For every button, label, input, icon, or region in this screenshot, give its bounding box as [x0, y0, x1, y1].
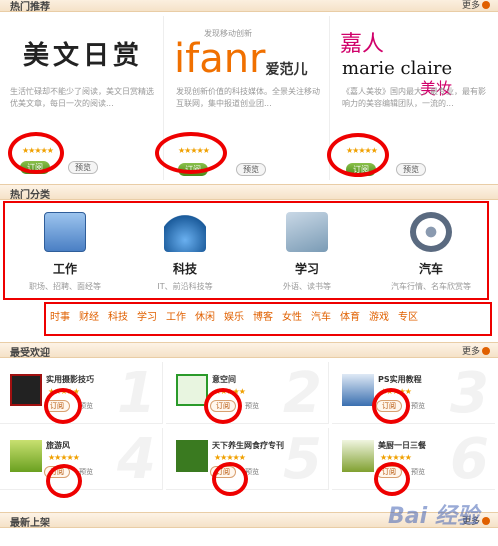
baidu-watermark: Bai 经验 — [388, 504, 479, 529]
ps-tutorial-icon — [342, 374, 374, 406]
item-name: 天下养生网食疗专刊 — [212, 441, 284, 450]
more-arrow-icon — [482, 1, 490, 9]
highlight-box — [3, 201, 489, 300]
rank-number: 3 — [450, 362, 489, 424]
preview-button[interactable]: 预览 — [239, 400, 265, 412]
rank-number: 1 — [117, 362, 156, 424]
card-desc: 发现创新价值的科技媒体。全景关注移动互联网，集中报道创业团... — [176, 87, 320, 108]
highlight-circle — [46, 464, 82, 498]
highlight-circle — [204, 388, 242, 424]
rating-stars: ★★★★★ — [214, 453, 246, 462]
rank-number: 4 — [117, 428, 156, 490]
highlight-circle — [8, 132, 64, 174]
more-arrow-icon — [482, 517, 490, 525]
more-link[interactable]: 更多 — [462, 0, 490, 11]
rating-stars: ★★★★★ — [380, 453, 412, 462]
rank-number: 5 — [283, 428, 322, 490]
highlight-box — [44, 302, 492, 336]
diet-therapy-icon — [176, 440, 208, 472]
highlight-circle — [155, 132, 227, 174]
rating-stars: ★★★★★ — [48, 453, 80, 462]
rank-number: 6 — [450, 428, 489, 490]
highlight-circle — [327, 133, 389, 177]
section-title: 热门分类 — [10, 190, 50, 201]
preview-button[interactable]: 预览 — [236, 163, 266, 176]
item-name: PS实用教程 — [378, 375, 422, 384]
section-title: 最受欢迎 — [10, 348, 50, 359]
cooking-icon — [342, 440, 374, 472]
highlight-circle — [44, 388, 82, 424]
highlight-circle — [374, 462, 410, 496]
section-title: 热门推荐 — [10, 2, 50, 13]
card-desc: 生活忙碌却不能少了阅读，美文日赏精选优美文章，每日一次的阅读... — [10, 87, 154, 108]
marie-claire-logo: 嘉人 marie claire 美妆 — [340, 32, 453, 98]
card-desc: 《嘉人美妆》国内最大，最专业，最有影响力的美容编辑团队，一流的... — [342, 87, 486, 108]
section-title: 最新上架 — [10, 518, 50, 529]
item-name: 意空间 — [212, 375, 236, 384]
popular-item[interactable]: 1 实用摄影技巧 ★★★★★ 订阅 预览 — [0, 362, 163, 424]
yi-space-icon — [176, 374, 208, 406]
ifanr-logo: 发现移动创新 ifanr 爱范儿 — [174, 29, 308, 82]
more-arrow-icon — [482, 347, 490, 355]
item-name: 美厨一日三餐 — [378, 441, 426, 450]
popular-item[interactable]: 3 PS实用教程 ★★★★★ 订阅 预览 — [332, 362, 495, 424]
highlight-circle — [212, 462, 248, 496]
meiwen-logo: 美文日赏 — [22, 41, 143, 71]
item-name: 实用摄影技巧 — [46, 375, 94, 384]
most-popular-header: 最受欢迎 更多 — [0, 342, 498, 359]
hot-categories-header: 热门分类 — [0, 184, 498, 201]
highlight-circle — [372, 388, 410, 424]
hot-recommend-header: 热门推荐 更多 — [0, 0, 498, 13]
preview-button[interactable]: 预览 — [396, 163, 426, 176]
preview-button[interactable]: 预览 — [68, 161, 98, 174]
travel-icon — [10, 440, 42, 472]
more-link[interactable]: 更多 — [462, 344, 490, 357]
popular-item[interactable]: 6 美厨一日三餐 ★★★★★ 订阅 预览 — [332, 428, 495, 490]
popular-item[interactable]: 2 意空间 ★★★★★ 订阅 预览 — [166, 362, 329, 424]
camera-tips-icon — [10, 374, 42, 406]
item-name: 旅游风 — [46, 441, 70, 450]
rank-number: 2 — [283, 362, 322, 424]
